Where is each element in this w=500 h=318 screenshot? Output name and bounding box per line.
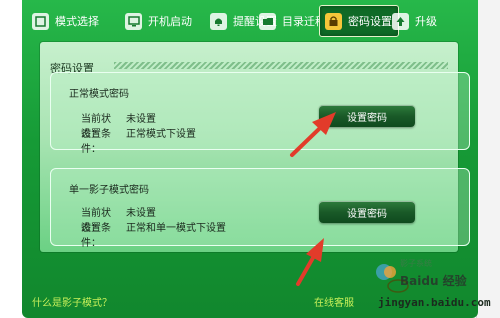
watermark-brand: 影子系统 — [400, 259, 432, 268]
arrow-to-second-button — [296, 238, 324, 286]
watermark-baidu: Baidu 经验 — [400, 274, 467, 288]
watermark-site: jingyan.baidu.com — [378, 296, 491, 309]
arrow-to-first-button — [290, 112, 336, 157]
